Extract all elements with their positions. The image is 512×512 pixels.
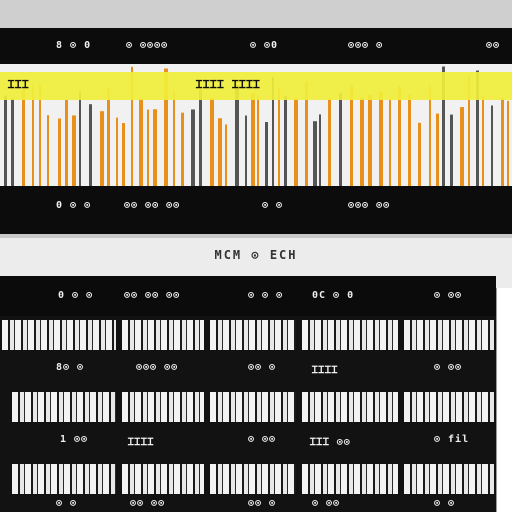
- row-3-cell-3: ⊙⊙ ⊙: [248, 498, 277, 509]
- top-footer-label-4[interactable]: ⊙⊙⊙ ⊙⊙: [348, 200, 390, 211]
- row-2-cell-5: ⊙ fil: [434, 434, 470, 445]
- table-row[interactable]: 8⊙ ⊙ ⊙⊙⊙ ⊙⊙ ⊙⊙ ⊙ ꞮꞮꞮꞮ ⊙ ⊙⊙: [0, 350, 496, 388]
- top-header-label-2[interactable]: ⊙ ⊙⊙⊙⊙: [126, 40, 168, 51]
- row-2-cell-2: ꞮꞮꞮꞮ: [128, 437, 155, 448]
- waveform-bar: [257, 95, 259, 186]
- waveform-bar: [210, 97, 214, 186]
- waveform-bar: [72, 115, 76, 186]
- window-title: [0, 0, 512, 28]
- waveform-bar: [65, 100, 68, 186]
- waveform-bar: [319, 114, 321, 186]
- waveform-bar: [491, 105, 493, 186]
- waveform-bar: [251, 92, 255, 186]
- waveform-bar: [501, 97, 504, 186]
- waveform-bar: [408, 94, 411, 186]
- grid-header-5[interactable]: ⊙ ⊙⊙: [434, 290, 462, 301]
- waveform-bar: [139, 98, 143, 186]
- waveform-bar: [191, 109, 195, 186]
- waveform-bar: [436, 113, 439, 186]
- waveform-bar: [339, 93, 342, 186]
- waveform-bar: [450, 114, 453, 186]
- top-footer-label-1[interactable]: 0 ⊙ ⊙: [56, 200, 91, 211]
- grid-header-2[interactable]: ⊙⊙ ⊙⊙ ⊙⊙: [124, 290, 180, 301]
- waveform-bar: [22, 89, 25, 186]
- waveform-bar: [122, 123, 125, 186]
- waveform-bar: [147, 109, 149, 186]
- waveform-bar: [116, 117, 118, 186]
- waveform-bar: [460, 107, 464, 186]
- waveform-bar: [218, 118, 222, 186]
- waveform-bar: [360, 97, 364, 186]
- top-header-label-3[interactable]: ⊙ ⊙0: [250, 40, 278, 51]
- waveform-bar: [389, 98, 391, 186]
- row-2-cell-3: ⊙ ⊙⊙: [248, 434, 277, 445]
- waveform-bar: [199, 89, 202, 186]
- waveform-bar: [265, 122, 268, 186]
- waveform-bar: [79, 92, 81, 186]
- waveform-bar: [153, 109, 157, 186]
- grid-header: 0 ⊙ ⊙ ⊙⊙ ⊙⊙ ⊙⊙ ⊙ ⊙ ⊙ 0C ⊙ 0 ⊙ ⊙⊙: [0, 276, 496, 316]
- waveform-bar: [47, 115, 49, 186]
- waveform-bar: [32, 85, 34, 186]
- waveform-bar: [418, 122, 421, 186]
- row-2-cell-4: ꞮꞮꞮ ⊙⊙: [310, 437, 351, 448]
- waveform-bar: [294, 98, 298, 186]
- waveform-bar: [245, 115, 247, 186]
- waveform-bar: [235, 85, 239, 186]
- row-3-cell-1: ⊙ ⊙: [56, 498, 78, 509]
- top-footer-row: 0 ⊙ ⊙ ⊙⊙ ⊙⊙ ⊙⊙ ⊙ ⊙ ⊙⊙⊙ ⊙⊙: [0, 190, 512, 220]
- clip-grid: 0 ⊙ ⊙ ⊙⊙ ⊙⊙ ⊙⊙ ⊙ ⊙ ⊙ 0C ⊙ 0 ⊙ ⊙⊙ 8⊙ ⊙ ⊙⊙…: [0, 276, 496, 512]
- top-footer-label-2[interactable]: ⊙⊙ ⊙⊙ ⊙⊙: [124, 200, 180, 211]
- panel-divider: [0, 234, 512, 238]
- waveform-bar: [278, 87, 280, 186]
- row-1-cell-2: ⊙⊙⊙ ⊙⊙: [136, 362, 179, 373]
- band-label-center: ꞮꞮꞮꞮ ꞮꞮꞮꞮ: [196, 78, 261, 91]
- waveform-bar: [11, 98, 14, 186]
- grid-header-1[interactable]: 0 ⊙ ⊙: [58, 290, 93, 301]
- row-2-cell-1: 1 ⊙⊙: [60, 434, 89, 445]
- waveform-bar: [350, 84, 353, 186]
- waveform-bar: [328, 98, 331, 186]
- waveform-bar: [429, 85, 431, 186]
- section-title: MCM ⊙ ECH: [214, 248, 298, 262]
- row-1-cell-3: ⊙⊙ ⊙: [248, 362, 277, 373]
- top-track-panel: 8 ⊙ 0 ⊙ ⊙⊙⊙⊙ ⊙ ⊙0 ⊙⊙⊙ ⊙ ⊙⊙ ꞮꞮꞮ ꞮꞮꞮꞮ ꞮꞮꞮꞮ…: [0, 28, 512, 234]
- top-header-label-1[interactable]: 8 ⊙ 0: [56, 40, 91, 51]
- waveform-bar: [398, 85, 401, 186]
- vertical-scrollbar[interactable]: [496, 288, 512, 512]
- waveform-bar: [225, 124, 227, 186]
- table-row[interactable]: 1 ⊙⊙ ꞮꞮꞮꞮ ⊙ ⊙⊙ ꞮꞮꞮ ⊙⊙ ⊙ fil: [0, 422, 496, 460]
- waveform-bar: [181, 112, 184, 186]
- waveform-bar: [379, 92, 383, 186]
- grid-header-3[interactable]: ⊙ ⊙ ⊙: [248, 290, 283, 301]
- waveform-bar: [4, 95, 7, 186]
- waveform-bar: [173, 91, 175, 186]
- top-header-label-4[interactable]: ⊙⊙⊙ ⊙: [348, 40, 383, 51]
- grid-header-4[interactable]: 0C ⊙ 0: [312, 290, 354, 301]
- top-header-icon[interactable]: ⊙⊙: [486, 40, 500, 51]
- waveform-bar: [368, 95, 372, 186]
- row-3-cell-2: ⊙⊙ ⊙⊙: [130, 498, 166, 509]
- waveform-bar: [313, 121, 317, 186]
- top-header-row: 8 ⊙ 0 ⊙ ⊙⊙⊙⊙ ⊙ ⊙0 ⊙⊙⊙ ⊙ ⊙⊙: [0, 30, 512, 60]
- waveform-bar: [482, 95, 484, 186]
- waveform-bar: [284, 96, 287, 186]
- row-3-cell-5: ⊙ ⊙: [434, 498, 456, 509]
- table-row[interactable]: ⊙ ⊙ ⊙⊙ ⊙⊙ ⊙⊙ ⊙ ⊙ ⊙⊙ ⊙ ⊙: [0, 494, 496, 512]
- waveform-bar: [58, 118, 61, 186]
- waveform-bar: [89, 104, 92, 186]
- row-1-cell-4: ꞮꞮꞮꞮ: [312, 365, 339, 376]
- top-footer-label-3[interactable]: ⊙ ⊙: [262, 200, 283, 211]
- row-1-cell-1: 8⊙ ⊙: [56, 362, 85, 373]
- row-1-cell-5: ⊙ ⊙⊙: [434, 362, 463, 373]
- waveform-bar: [107, 88, 110, 186]
- band-label-left: ꞮꞮꞮ: [8, 78, 30, 91]
- waveform-bar: [507, 100, 509, 186]
- waveform-bar: [100, 111, 104, 186]
- row-3-cell-4: ⊙ ⊙⊙: [312, 498, 341, 509]
